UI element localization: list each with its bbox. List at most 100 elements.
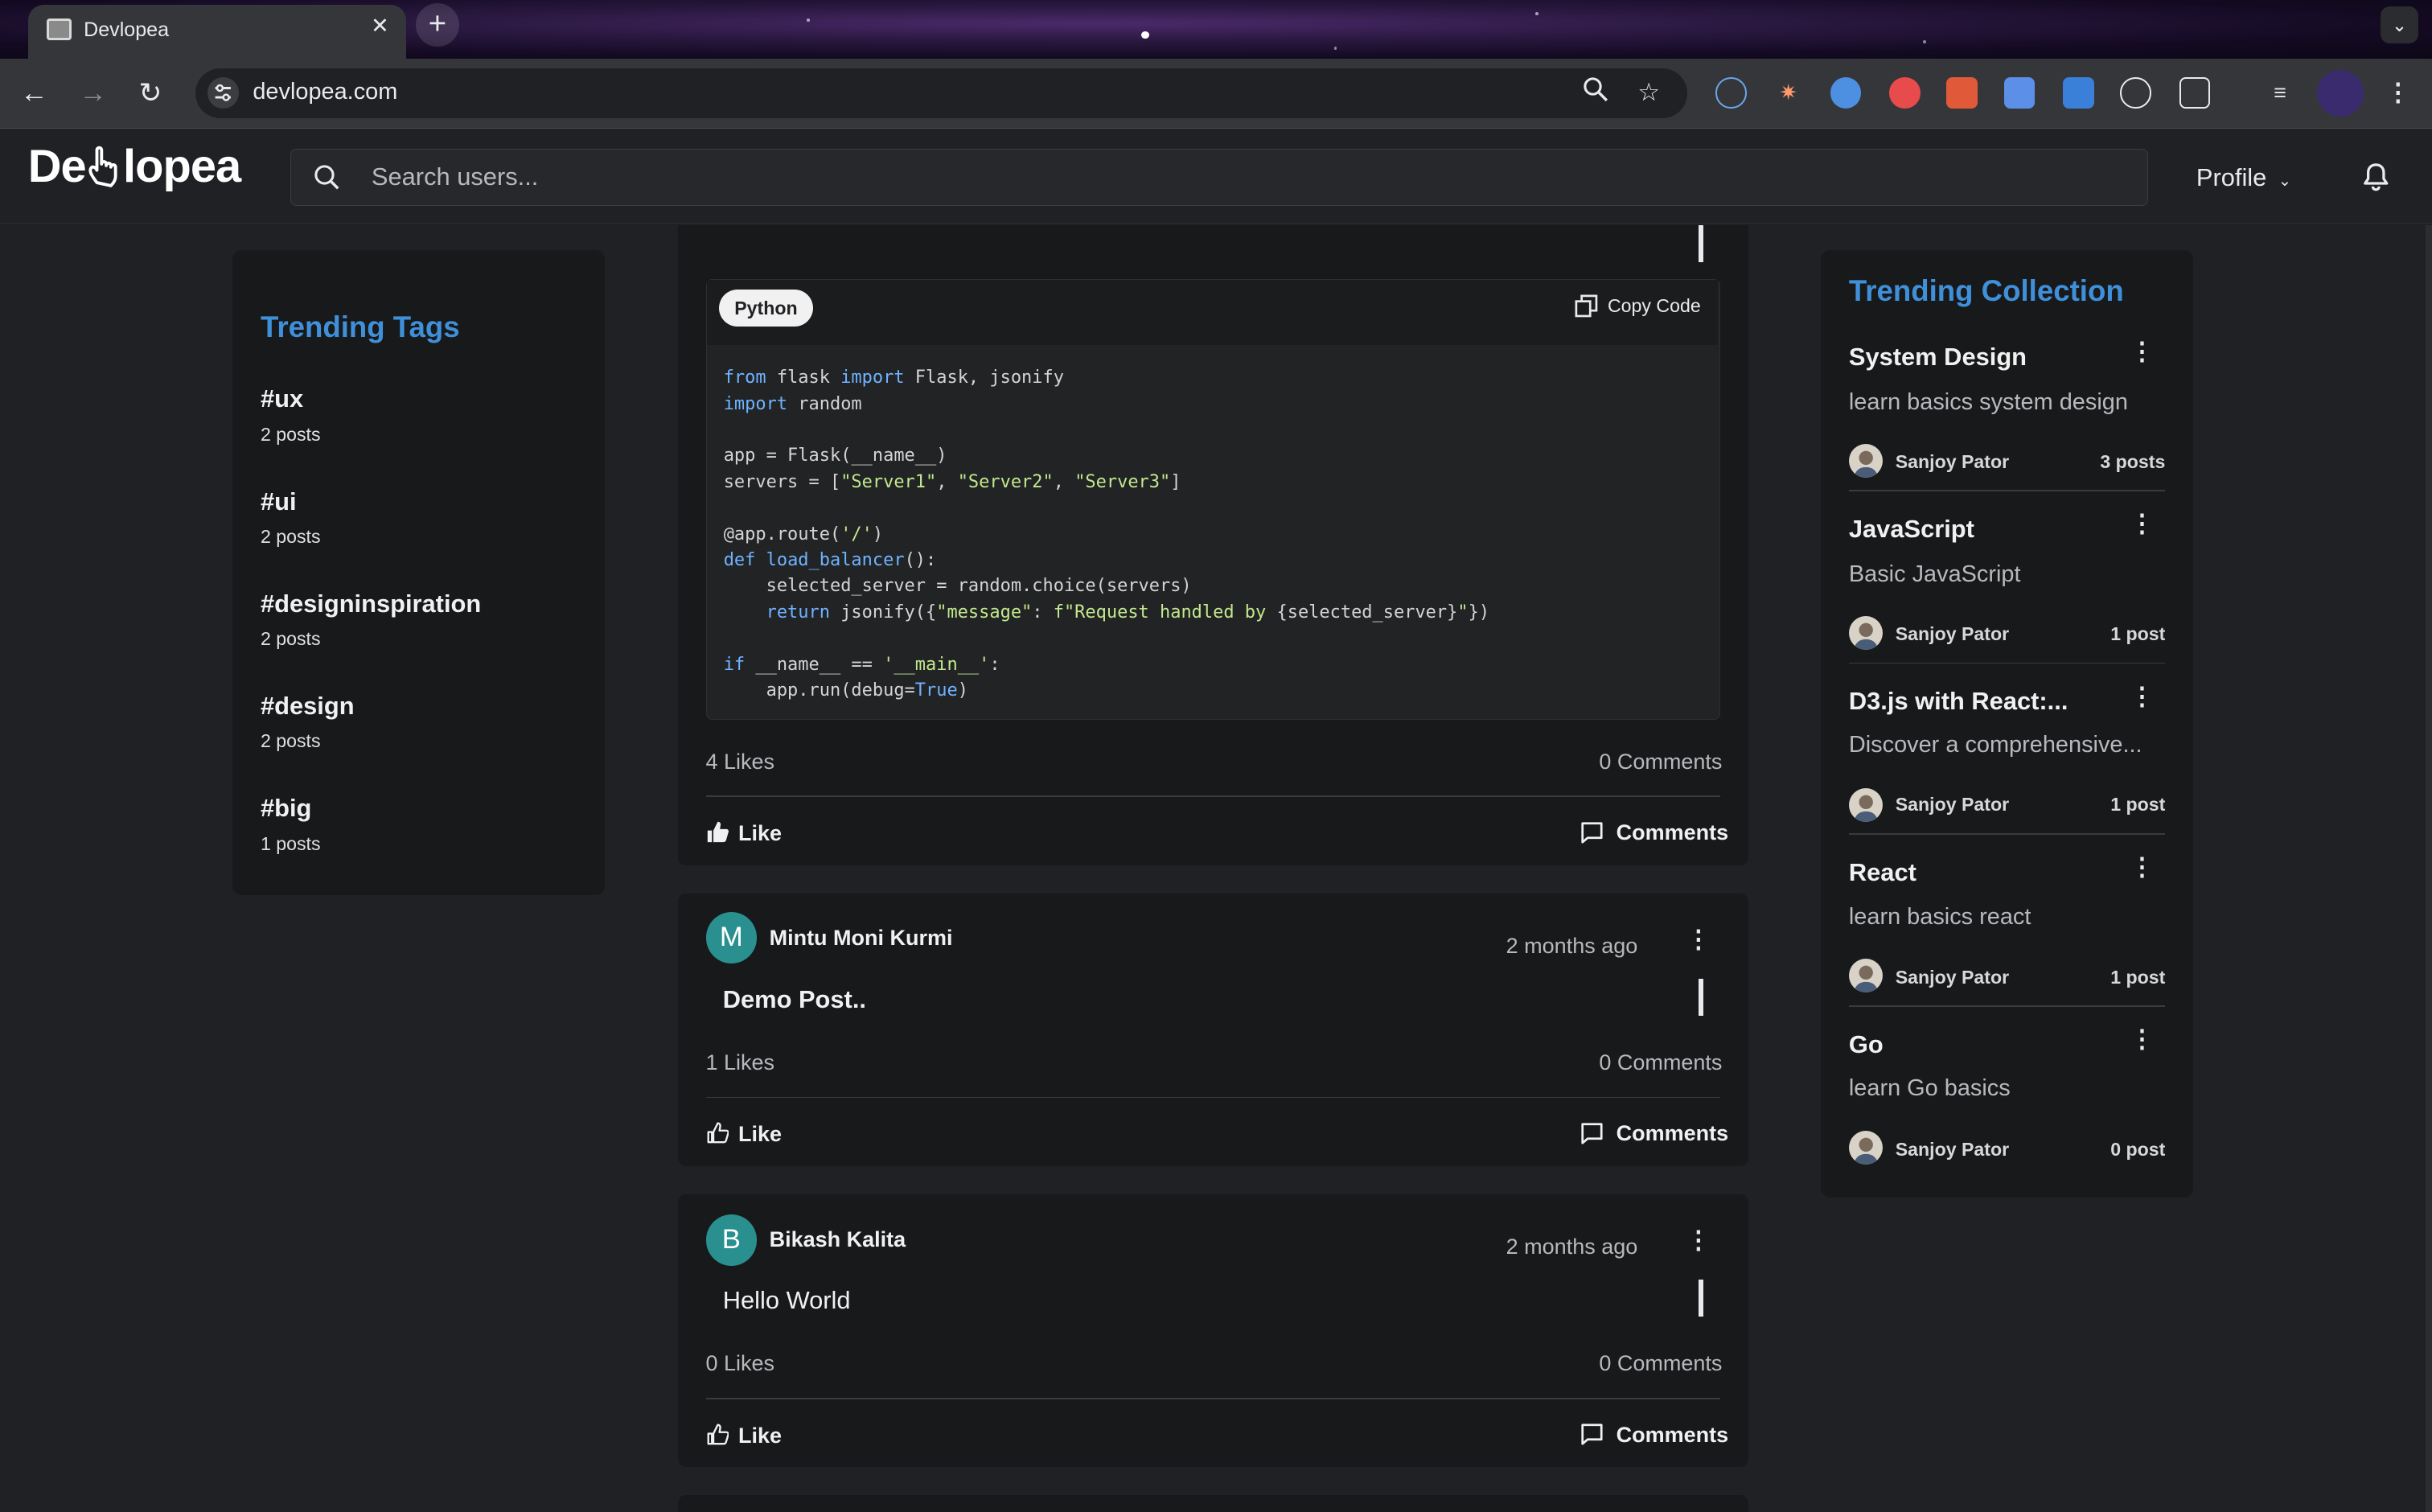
comments-button[interactable]: Comments [1580,820,1728,845]
more-options-icon[interactable]: ⋮ [1686,927,1711,952]
thumbs-up-icon [707,1122,729,1144]
post-title[interactable]: Demo Post.. [723,985,866,1014]
tag-item-big[interactable]: #big [261,794,311,823]
bookmark-star-icon[interactable]: ☆ [1632,76,1666,109]
collection-more-icon[interactable]: ⋮ [2130,339,2155,364]
extension-doc-icon[interactable] [2003,77,2036,109]
collection-author: Sanjoy Pator [1895,794,2010,816]
tag-count: 2 posts [260,628,321,650]
trending-collection-card: Trending Collection System Design ⋮ lear… [1821,249,2194,1198]
post-vertical-bar [1698,1280,1703,1317]
collection-name[interactable]: System Design [1849,343,2081,372]
divider [1848,662,2166,664]
collection-more-icon[interactable]: ⋮ [2130,854,2155,880]
trending-collection-title: Trending Collection [1848,274,2124,308]
collection-description: learn basics react [1848,904,2031,931]
comments-count: 0 Comments [1599,1350,1723,1375]
collection-count: 1 post [2110,623,2166,645]
search-bar[interactable] [290,149,2149,207]
app-header: De lopea Profile ⌄ [0,130,2432,224]
likes-count: 4 Likes [705,749,775,774]
zoom-icon[interactable] [1579,76,1612,109]
extension-globe-icon[interactable] [1830,77,1862,109]
collection-name[interactable]: Go [1849,1030,2081,1059]
extension-red-icon[interactable] [1889,77,1921,109]
collection-name[interactable]: JavaScript [1849,515,2081,544]
extension-grid-icon[interactable] [1946,77,1978,109]
post-author[interactable]: Bikash Kalita [770,1227,906,1252]
bell-icon[interactable] [2360,162,2392,193]
reading-list-icon[interactable]: ≡ [2265,77,2296,109]
post-author[interactable]: Mintu Moni Kurmi [770,926,953,951]
star-decoration [1535,12,1539,16]
comment-icon [1581,1424,1603,1445]
tab-close-icon[interactable]: ✕ [366,12,394,40]
collection-name[interactable]: D3.js with React:... [1849,687,2081,716]
post-title[interactable]: Hello World [723,1286,851,1315]
collection-author: Sanjoy Pator [1895,451,2010,473]
extension-w-icon[interactable] [2120,77,2151,109]
collection-name[interactable]: React [1849,858,2081,887]
tab-search-chevron-icon[interactable]: ⌄ [2381,6,2418,43]
copy-code-button[interactable]: Copy Code [1574,294,1701,318]
like-button[interactable]: Like [706,1121,783,1147]
new-tab-button[interactable]: + [415,2,459,47]
comments-label: Comments [1616,1422,1729,1447]
trending-tags-card: Trending Tags #ux 2 posts #ui 2 posts #d… [232,249,606,895]
tag-count: 2 posts [260,525,321,547]
star-decoration [1141,31,1150,39]
collection-author-avatar [1848,958,1884,993]
tag-item-designinspiration[interactable]: #designinspiration [261,590,481,618]
like-label: Like [737,1122,783,1147]
profile-menu[interactable]: Profile ⌄ [2196,163,2291,192]
collection-author-avatar [1848,443,1884,478]
divider [705,1397,1720,1399]
comments-label: Comments [1616,820,1729,845]
site-info-icon[interactable] [207,77,239,109]
collection-more-icon[interactable]: ⋮ [2130,1026,2155,1052]
search-input[interactable] [371,150,2125,204]
reload-icon[interactable]: ↻ [129,72,172,115]
logo-hand-icon [86,141,123,188]
like-button[interactable]: Like [706,1423,782,1448]
language-badge: Python [718,289,813,327]
like-button[interactable]: Like [706,820,782,846]
likes-count: 0 Likes [705,1350,775,1375]
collection-more-icon[interactable]: ⋮ [2130,512,2155,536]
profile-label: Profile [2196,162,2267,191]
tab-title: Devlopea [84,18,170,42]
extension-react-icon[interactable] [1715,77,1747,109]
star-decoration [1333,46,1337,50]
avatar[interactable]: B [705,1214,758,1266]
thumbs-up-icon [707,1424,729,1444]
browser-menu-icon[interactable]: ⋮ [2382,77,2414,109]
code-content: from flask import Flask, jsonify import … [723,368,1490,701]
comments-button[interactable]: Comments [1580,1121,1728,1146]
logo[interactable]: De lopea [28,140,242,193]
tag-item-design[interactable]: #design [261,692,355,721]
browser-profile-avatar[interactable] [2317,69,2364,117]
extension-window-icon[interactable] [2063,77,2094,109]
tag-item-ux[interactable]: #ux [261,384,303,413]
address-bar[interactable]: devlopea.com ☆ [195,68,1688,118]
collection-more-icon[interactable]: ⋮ [2130,684,2155,709]
divider [1848,832,2166,835]
code-block: Python Copy Code from flask import Flask… [705,279,1720,720]
post-time: 2 months ago [1506,1235,1638,1259]
post-vertical-bar [1698,978,1703,1017]
back-arrow-icon[interactable]: ← [12,72,55,115]
collection-author: Sanjoy Pator [1895,623,2010,645]
forward-arrow-icon[interactable]: → [72,72,115,115]
comments-button[interactable]: Comments [1580,1423,1728,1448]
page-scrollbar[interactable] [2426,224,2432,1512]
tag-item-ui[interactable]: #ui [261,487,297,516]
avatar[interactable]: M [705,912,758,963]
extension-sun-icon[interactable]: ✷ [1773,77,1804,109]
browser-tab[interactable]: Devlopea ✕ [27,4,407,60]
star-decoration [1923,40,1927,43]
more-options-icon[interactable]: ⋮ [1686,1228,1711,1253]
extensions-puzzle-icon[interactable] [2179,77,2211,109]
url-text[interactable]: devlopea.com [253,79,397,105]
comments-label: Comments [1616,1121,1729,1146]
collection-description: Discover a comprehensive... [1848,732,2142,758]
